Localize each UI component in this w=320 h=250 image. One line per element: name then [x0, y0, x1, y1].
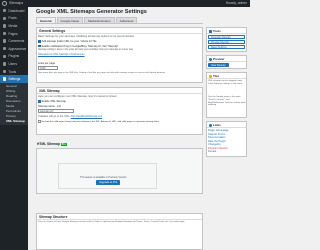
sitemap-structure-title: Sitemap Structure	[37, 214, 202, 220]
page-title: Google XML Sitemaps Generator Settings	[36, 9, 147, 15]
menu-item-appearance[interactable]: Appearance	[0, 45, 28, 53]
admin-bar-site[interactable]: Sitemaps	[9, 1, 23, 6]
menu-item-comments[interactable]: Comments	[0, 37, 28, 45]
exclude-child-checkbox[interactable]	[38, 120, 41, 123]
links-per-page-hint: How many links per page in the XML files…	[38, 72, 166, 74]
sitemap-name-label: Sitemap name, .xml	[38, 105, 61, 108]
general-intro: Basic Settings for your sitemaps. Disabl…	[38, 35, 135, 38]
view-sitemap-button[interactable]: View Sitemap	[208, 63, 229, 67]
upgrade-text: This feature is available in Premium Ver…	[80, 176, 128, 179]
wrench-icon	[3, 69, 7, 74]
menu-item-dashboard[interactable]: Dashboard	[0, 7, 28, 15]
xml-sitemap-title: XML Sitemap	[37, 88, 202, 94]
enable-xml-checkbox[interactable]	[38, 100, 41, 103]
pin-icon	[3, 16, 7, 21]
enable-xml-option[interactable]: Enable XML Sitemap	[38, 100, 66, 103]
menu-item-users[interactable]: Users	[0, 60, 28, 68]
tab-divider	[36, 23, 203, 24]
tips-title: Tips	[207, 73, 246, 79]
wordpress-logo-icon[interactable]	[2, 1, 7, 6]
menu-item-media[interactable]: Media	[0, 22, 28, 30]
lightbulb-icon	[209, 74, 212, 78]
page-icon	[3, 31, 7, 36]
admin-bar: Sitemaps Howdy, admin	[0, 0, 250, 7]
admin-bar-account[interactable]: Howdy, admin	[226, 1, 247, 6]
tip-2: Use the Google pings in the main "Search…	[208, 96, 246, 107]
dashboard-icon	[3, 9, 7, 13]
plugin-icon	[3, 54, 7, 59]
menu-item-posts[interactable]: Posts	[0, 15, 28, 23]
menu-item-tools[interactable]: Tools	[0, 68, 28, 76]
users-icon	[3, 62, 7, 66]
generate-sitemap-button[interactable]: Generate Sitemap	[208, 35, 245, 39]
menu-item-settings[interactable]: Settings	[0, 75, 28, 83]
tip-1: XML sitemap can be skipped using Yoast S…	[208, 80, 243, 85]
ping-checkbox[interactable]	[38, 44, 41, 48]
html-sitemap-heading: HTML Sitemap Pro	[37, 142, 67, 146]
brush-icon	[3, 47, 7, 51]
reset-settings-button[interactable]: Reset Settings	[208, 45, 245, 49]
links-per-page-label: Links per page	[38, 62, 56, 65]
upgrade-button[interactable]: Upgrade to Pro	[96, 180, 121, 185]
sitemap-structure-panel: Sitemap Structure	[36, 213, 203, 250]
admin-sidebar: Dashboard Posts Media Pages Comments App…	[0, 7, 28, 250]
sitemap-url-link[interactable]: http://localhost/sitemap.xml	[71, 115, 102, 118]
tips-panel: Tips	[206, 72, 247, 118]
general-settings-title: General Settings	[37, 28, 202, 34]
media-icon	[3, 24, 7, 28]
comment-icon	[3, 39, 7, 43]
submenu-xml-sitemap[interactable]: XML Sitemap	[0, 119, 28, 124]
wrench-icon	[209, 29, 212, 33]
sitemap-name-input[interactable]: sitemap.xml	[38, 109, 74, 114]
robots-option[interactable]: Add sitemap (index URL) to your "robots.…	[38, 40, 97, 43]
xml-sitemap-desc: Here you can configure your XML Sitemap,…	[38, 95, 118, 98]
sitemap-structure-desc: You can choose to have Google Sitemap st…	[38, 221, 185, 223]
links-title: Links	[207, 122, 246, 128]
exclude-child-option[interactable]: Exclude the child pages listing from you…	[38, 120, 160, 124]
url-settings-link[interactable]: Sitemaps for URL Settings / Preferences	[38, 53, 85, 56]
menu-item-pages[interactable]: Pages	[0, 30, 28, 38]
tools-title: Tools	[207, 28, 246, 34]
preview-sitemap-button[interactable]: Preview Sitemap	[208, 40, 245, 44]
sitemap-url-label: Crawlers will go to the URL. http://loca…	[38, 115, 103, 118]
link-donate[interactable]: Donate	[208, 150, 216, 153]
links-per-page-input[interactable]: 1000	[38, 66, 58, 71]
ping-option[interactable]: Enable notification Ping to Google/Bing:…	[38, 45, 119, 48]
settings-submenu: General Writing Reading Discussion Media…	[0, 82, 28, 125]
robots-checkbox[interactable]	[38, 40, 41, 43]
menu-item-plugins[interactable]: Plugins	[0, 53, 28, 61]
eye-icon	[209, 57, 212, 61]
link-icon	[209, 123, 212, 127]
preview-title: Preview	[207, 56, 246, 62]
settings-icon	[3, 77, 7, 81]
pro-badge: Pro	[60, 143, 67, 146]
